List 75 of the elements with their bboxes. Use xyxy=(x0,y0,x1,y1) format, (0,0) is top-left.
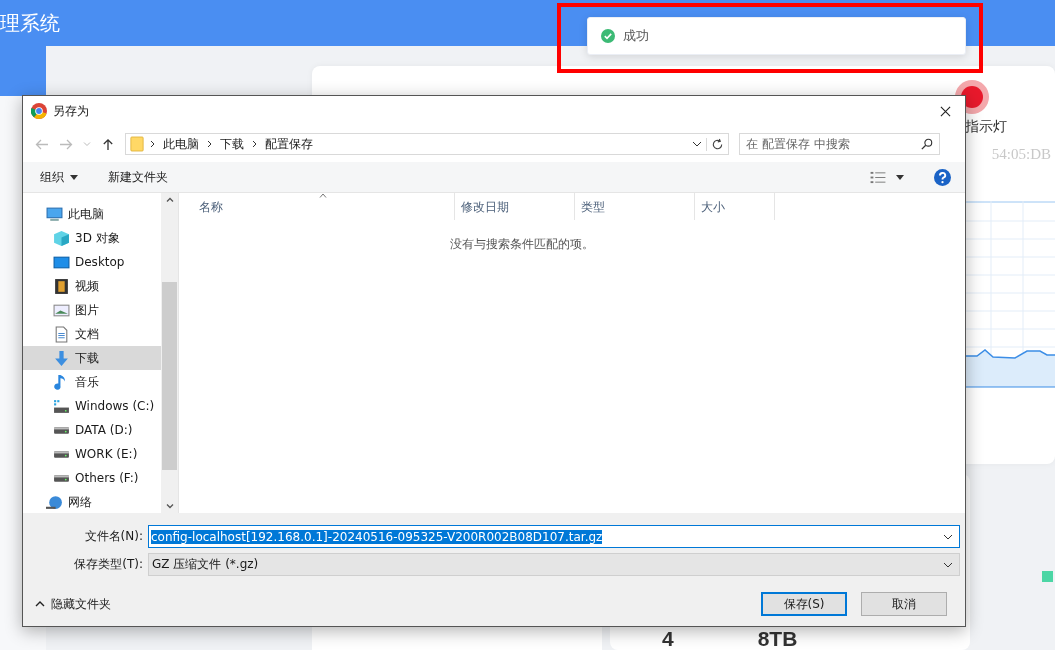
view-options-icon[interactable] xyxy=(870,170,886,184)
monitor-icon xyxy=(53,255,70,269)
hide-folders-label[interactable]: 隐藏文件夹 xyxy=(51,595,111,613)
drive-icon xyxy=(53,449,70,459)
help-icon[interactable] xyxy=(934,168,951,186)
file-name-field[interactable]: config-localhost[192.168.0.1]-20240516-095325-V200R002B08D107.tar.gz xyxy=(148,525,960,548)
legend-icon xyxy=(1042,571,1053,582)
scrollbar[interactable] xyxy=(161,193,178,513)
file-name-text: config-localhost[192.168.0.1]-20240516-095325-V200R002B08D107.tar.gz xyxy=(151,529,603,544)
address-bar[interactable]: 此电脑 下载 配置保存 xyxy=(125,133,729,155)
document-icon xyxy=(53,325,70,343)
new-folder-button[interactable]: 新建文件夹 xyxy=(108,168,168,186)
breadcrumb-item[interactable]: 此电脑 xyxy=(163,135,199,153)
globe-icon xyxy=(46,494,63,510)
sort-icon xyxy=(319,193,327,198)
stat-value: 8TB xyxy=(757,628,798,650)
cube-icon xyxy=(53,229,70,247)
scroll-up-icon[interactable] xyxy=(165,197,174,202)
nav-item[interactable]: 图片 xyxy=(23,298,161,322)
stat-value: 4 xyxy=(662,628,674,650)
nav-item[interactable]: 下载 xyxy=(23,346,161,370)
caret-icon[interactable] xyxy=(70,174,78,180)
indicator-label: 指示灯 xyxy=(965,118,1007,136)
empty-message: 没有与搜索条件匹配的项。 xyxy=(450,236,594,253)
nav-item[interactable]: DATA (D:) xyxy=(23,418,161,442)
nav-item[interactable]: WORK (E:) xyxy=(23,442,161,466)
dialog-title: 另存为 xyxy=(53,102,90,120)
browser-logo-icon xyxy=(31,103,47,119)
app-title: 理系统 xyxy=(0,10,60,36)
nav-item[interactable]: 视频 xyxy=(23,274,161,298)
search-field[interactable]: 在 配置保存 中搜索 xyxy=(739,133,940,155)
nav-item[interactable]: 网络 xyxy=(23,490,161,513)
chevron-icon[interactable] xyxy=(150,140,155,148)
dropdown-icon[interactable] xyxy=(692,141,702,147)
nav-item[interactable]: 此电脑 xyxy=(23,202,161,226)
chevron-icon[interactable] xyxy=(252,140,257,148)
drive-icon xyxy=(53,425,70,435)
scrollbar-thumb[interactable] xyxy=(162,282,177,470)
nav-item[interactable]: Windows (C:) xyxy=(23,394,161,418)
computer-icon xyxy=(46,206,63,222)
check-icon xyxy=(601,29,615,43)
cancel-button[interactable]: 取消 xyxy=(861,592,947,616)
breadcrumb-item[interactable]: 下载 xyxy=(220,135,244,153)
breadcrumb-item[interactable]: 配置保存 xyxy=(265,135,313,153)
nav-item[interactable]: Desktop xyxy=(23,250,161,274)
nav-item[interactable]: 3D 对象 xyxy=(23,226,161,250)
file-type-dropdown[interactable]: GZ 压缩文件 (*.gz) xyxy=(148,553,960,576)
caret-icon[interactable] xyxy=(35,601,45,607)
dropdown-icon[interactable] xyxy=(943,561,953,568)
hide-folders-toggle[interactable]: 隐藏文件夹 xyxy=(35,595,111,613)
nav-item[interactable]: 文档 xyxy=(23,322,161,346)
scroll-down-icon[interactable] xyxy=(165,504,174,509)
field-label: 保存类型(T): xyxy=(73,556,144,573)
drive-icon xyxy=(53,473,70,483)
dropdown-icon[interactable] xyxy=(943,533,953,540)
chevron-icon[interactable] xyxy=(207,140,212,148)
film-icon xyxy=(53,277,70,295)
nav-item[interactable]: Others (F:) xyxy=(23,466,161,490)
download-arrow-icon xyxy=(53,349,70,367)
caret-icon[interactable] xyxy=(896,174,904,180)
up-arrow-icon[interactable] xyxy=(101,137,115,151)
close-icon[interactable] xyxy=(940,105,951,117)
column-header[interactable]: 名称 xyxy=(179,193,455,220)
save-button[interactable]: 保存(S) xyxy=(761,592,847,616)
drive-icon xyxy=(53,398,70,414)
image-icon xyxy=(53,303,70,317)
search-icon xyxy=(921,138,933,150)
folder-icon xyxy=(130,136,144,152)
field-label: 文件名(N): xyxy=(83,528,144,545)
organize-menu[interactable]: 组织 xyxy=(40,168,78,186)
column-header[interactable]: 类型 xyxy=(575,193,695,220)
column-header[interactable]: 大小 xyxy=(695,193,775,220)
toast-message: 成功 xyxy=(623,27,649,45)
column-header[interactable]: 修改日期 xyxy=(455,193,575,220)
nav-item[interactable]: 音乐 xyxy=(23,370,161,394)
